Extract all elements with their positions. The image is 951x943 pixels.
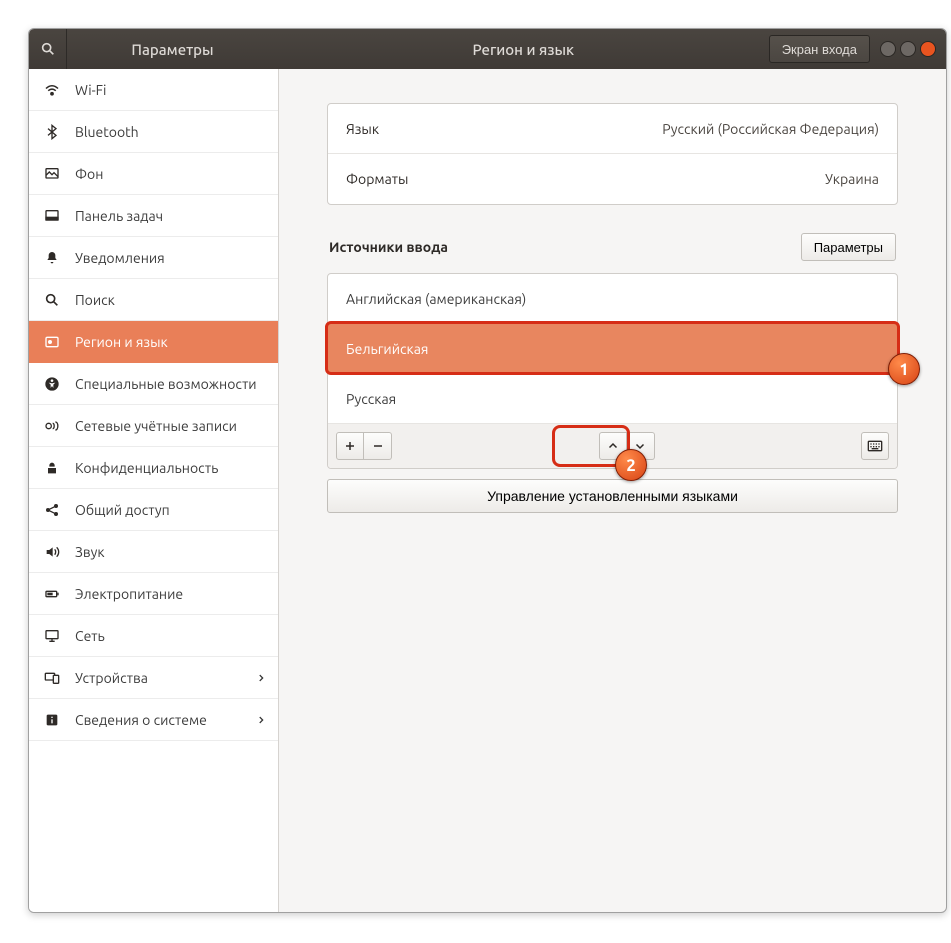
search-icon	[43, 291, 61, 309]
sound-icon	[43, 543, 61, 561]
info-icon	[43, 711, 61, 729]
sidebar-item-label: Фон	[75, 166, 103, 182]
search-icon	[40, 41, 56, 57]
formats-label: Форматы	[346, 171, 408, 187]
sidebar-item-notifications[interactable]: Уведомления	[29, 237, 278, 279]
add-source-button[interactable]	[336, 432, 364, 460]
background-icon	[43, 165, 61, 183]
sidebar-item-label: Устройства	[75, 670, 148, 686]
input-source-label: Английская (американская)	[346, 291, 526, 307]
formats-row[interactable]: Форматы Украина	[328, 154, 897, 204]
wifi-icon	[43, 81, 61, 99]
sidebar: Wi-Fi Bluetooth Фон Панель задач Уведомл…	[29, 69, 279, 912]
chevron-up-icon	[607, 440, 619, 452]
sidebar-item-label: Общий доступ	[75, 502, 170, 518]
input-source-belgian[interactable]: Бельгийская	[328, 324, 897, 374]
settings-window: Параметры Регион и язык Экран входа Wi-F…	[28, 28, 947, 913]
sidebar-item-label: Bluetooth	[75, 124, 139, 140]
sidebar-item-accessibility[interactable]: Специальные возможности	[29, 363, 278, 405]
remove-source-button[interactable]	[364, 432, 392, 460]
bluetooth-icon	[43, 123, 61, 141]
sidebar-item-label: Конфиденциальность	[75, 460, 218, 476]
input-source-options-button[interactable]: Параметры	[801, 233, 896, 261]
sidebar-item-network[interactable]: Сеть	[29, 615, 278, 657]
sidebar-item-online-accounts[interactable]: Сетевые учётные записи	[29, 405, 278, 447]
sidebar-item-label: Уведомления	[75, 250, 165, 266]
input-source-russian[interactable]: Русская	[328, 374, 897, 424]
language-formats-list: Язык Русский (Российская Федерация) Форм…	[327, 103, 898, 205]
titlebar: Параметры Регион и язык Экран входа	[29, 29, 946, 69]
sidebar-item-label: Звук	[75, 544, 105, 560]
sharing-icon	[43, 501, 61, 519]
page-title: Регион и язык	[278, 41, 769, 58]
close-button[interactable]	[920, 41, 936, 57]
login-screen-button[interactable]: Экран входа	[769, 35, 870, 63]
show-keyboard-layout-button[interactable]	[861, 432, 889, 460]
sidebar-item-label: Сетевые учётные записи	[75, 418, 237, 434]
sidebar-item-region-language[interactable]: Регион и язык	[29, 321, 278, 363]
bell-icon	[43, 249, 61, 267]
sidebar-item-dock[interactable]: Панель задач	[29, 195, 278, 237]
plus-icon	[344, 440, 356, 452]
dock-icon	[43, 207, 61, 225]
content-area: Wi-Fi Bluetooth Фон Панель задач Уведомл…	[29, 69, 946, 912]
add-remove-group	[336, 432, 392, 460]
sidebar-item-label: Регион и язык	[75, 334, 168, 350]
maximize-button[interactable]	[900, 41, 916, 57]
sidebar-item-label: Сведения о системе	[75, 712, 207, 728]
devices-icon	[43, 669, 61, 687]
online-accounts-icon	[43, 417, 61, 435]
minus-icon	[372, 440, 384, 452]
annotation-badge-2: 2	[615, 449, 647, 481]
sidebar-item-background[interactable]: Фон	[29, 153, 278, 195]
input-source-label: Русская	[346, 391, 396, 407]
language-row[interactable]: Язык Русский (Российская Федерация)	[328, 104, 897, 154]
main-panel: Язык Русский (Российская Федерация) Форм…	[279, 69, 946, 912]
chevron-right-icon	[256, 715, 266, 725]
annotation-badge-1: 1	[888, 353, 920, 385]
search-button[interactable]	[29, 29, 67, 69]
sidebar-item-search[interactable]: Поиск	[29, 279, 278, 321]
sidebar-item-power[interactable]: Электропитание	[29, 573, 278, 615]
sidebar-item-sound[interactable]: Звук	[29, 531, 278, 573]
sidebar-item-label: Поиск	[75, 292, 115, 308]
sidebar-item-sharing[interactable]: Общий доступ	[29, 489, 278, 531]
keyboard-icon	[867, 439, 883, 453]
input-sources-list: Английская (американская) Бельгийская Ру…	[327, 273, 898, 469]
input-source-english-us[interactable]: Английская (американская)	[328, 274, 897, 324]
sidebar-item-wifi[interactable]: Wi-Fi	[29, 69, 278, 111]
language-label: Язык	[346, 121, 379, 137]
minimize-button[interactable]	[880, 41, 896, 57]
sidebar-item-about[interactable]: Сведения о системе	[29, 699, 278, 741]
input-sources-header: Источники ввода Параметры	[327, 233, 898, 261]
sidebar-item-label: Сеть	[75, 628, 105, 644]
app-title: Параметры	[67, 41, 278, 58]
language-value: Русский (Российская Федерация)	[662, 121, 879, 137]
input-sources-title: Источники ввода	[329, 239, 448, 255]
sidebar-item-label: Панель задач	[75, 208, 163, 224]
power-icon	[43, 585, 61, 603]
window-controls	[880, 41, 936, 57]
sidebar-item-privacy[interactable]: Конфиденциальность	[29, 447, 278, 489]
region-icon	[43, 333, 61, 351]
input-source-label: Бельгийская	[346, 341, 428, 357]
manage-languages-button[interactable]: Управление установленными языками	[327, 479, 898, 513]
formats-value: Украина	[825, 171, 879, 187]
sidebar-item-devices[interactable]: Устройства	[29, 657, 278, 699]
sidebar-item-label: Wi-Fi	[75, 82, 106, 98]
sidebar-item-label: Специальные возможности	[75, 376, 257, 392]
input-sources-toolbar	[328, 424, 897, 468]
sidebar-item-label: Электропитание	[75, 586, 183, 602]
accessibility-icon	[43, 375, 61, 393]
chevron-right-icon	[256, 673, 266, 683]
sidebar-item-bluetooth[interactable]: Bluetooth	[29, 111, 278, 153]
network-icon	[43, 627, 61, 645]
privacy-icon	[43, 459, 61, 477]
